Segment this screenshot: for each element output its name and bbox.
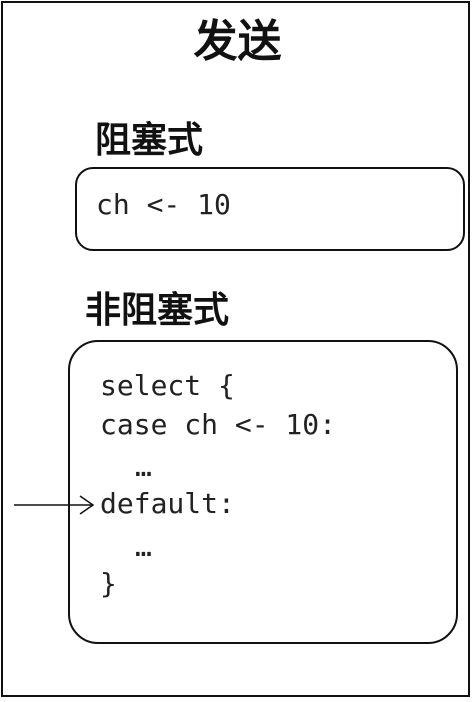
pointer-arrow-icon [14,495,95,515]
